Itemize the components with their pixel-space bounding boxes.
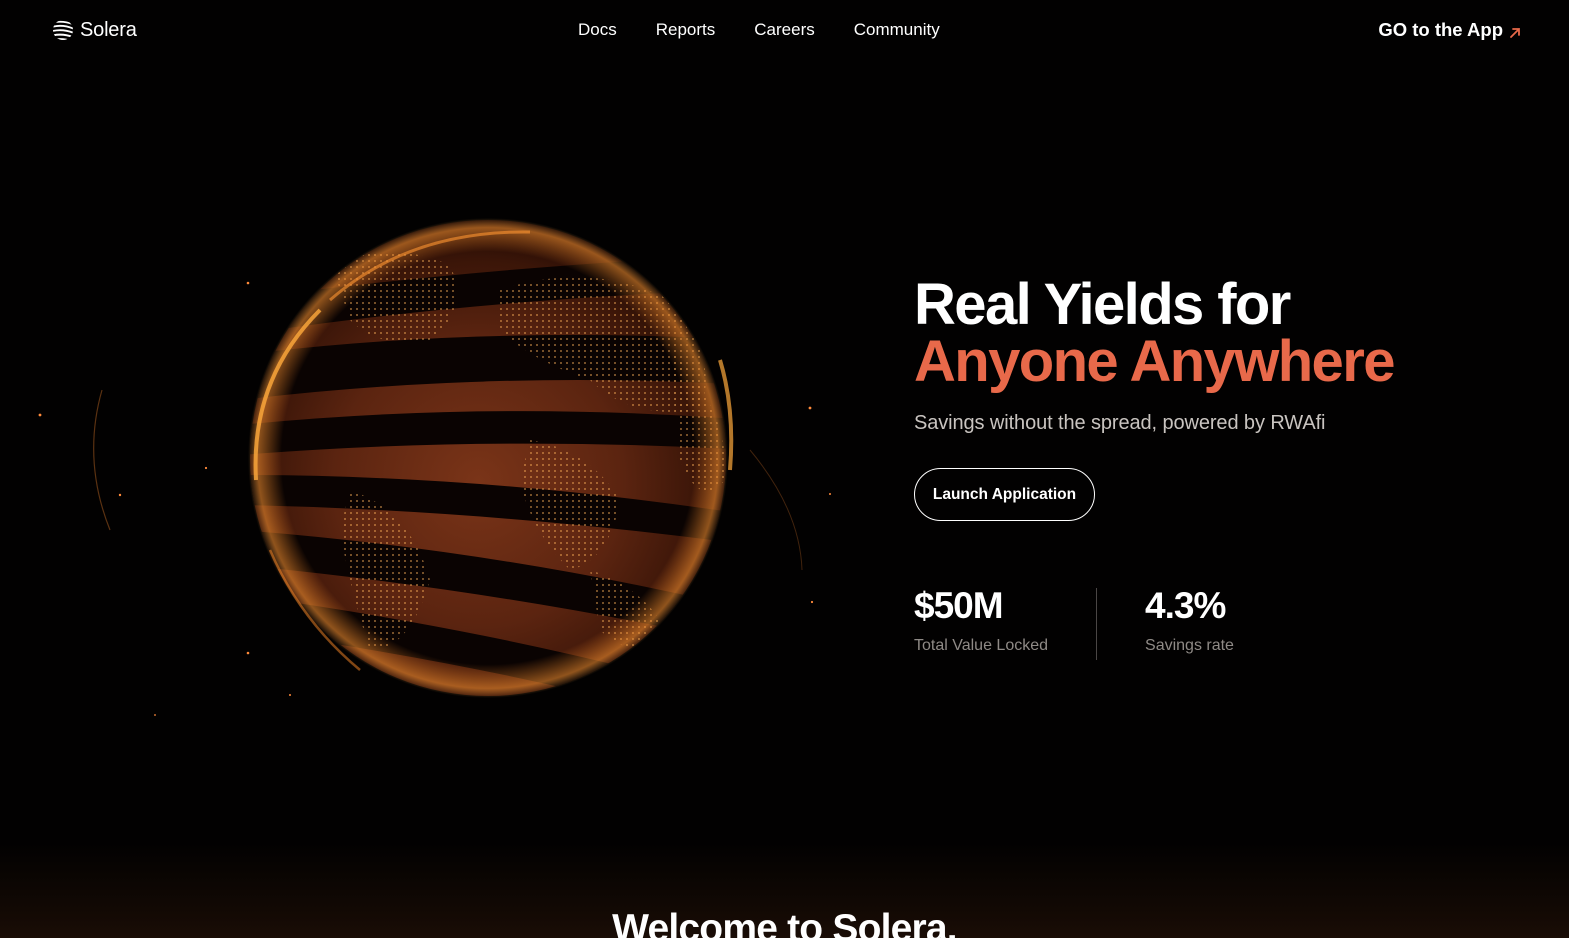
stat-value: $50M (914, 585, 1004, 626)
hero-title-line-1: Real Yields for (914, 272, 1291, 337)
stat-divider (1096, 588, 1098, 660)
stat-savings-rate: 4.3% Savings rate (1145, 586, 1234, 655)
stats-row: $50M Total Value Locked 4.3% Savings rat… (914, 586, 1234, 660)
nav-item-docs[interactable]: Docs (578, 20, 617, 40)
globe-graphic (38, 218, 831, 716)
arrow-up-right-icon (1510, 28, 1520, 38)
stat-total-value-locked: $50M Total Value Locked (914, 586, 1048, 655)
welcome-heading: Welcome to Solera. (612, 907, 957, 938)
nav-item-reports[interactable]: Reports (656, 20, 716, 40)
nav-item-community[interactable]: Community (854, 20, 940, 40)
stat-value: 4.3% (1145, 585, 1226, 626)
go-to-app-label: GO to the App (1378, 19, 1503, 40)
brand-name: Solera (80, 18, 137, 41)
hero-title: Real Yields for Anyone Anywhere (914, 272, 1534, 394)
stat-label: Savings rate (1145, 637, 1234, 654)
hero-subtitle: Savings without the spread, powered by R… (914, 412, 1326, 434)
brand-logo-link[interactable]: Solera (52, 18, 137, 42)
nav-item-careers[interactable]: Careers (754, 20, 814, 40)
main-nav: Docs Reports Careers Community (578, 20, 940, 40)
solera-logo-icon (53, 20, 73, 40)
go-to-app-link[interactable]: GO to the App (1378, 19, 1521, 41)
hero-title-line-2: Anyone Anywhere (914, 329, 1395, 394)
stat-label: Total Value Locked (914, 637, 1049, 654)
site-header: Solera Docs Reports Careers Community GO… (0, 0, 1569, 62)
hero-section: Real Yields for Anyone Anywhere Savings … (914, 276, 1534, 521)
landing-page: Solera Docs Reports Careers Community GO… (0, 0, 1569, 938)
launch-application-button[interactable]: Launch Application (914, 468, 1095, 521)
globe-illustration (30, 150, 850, 790)
